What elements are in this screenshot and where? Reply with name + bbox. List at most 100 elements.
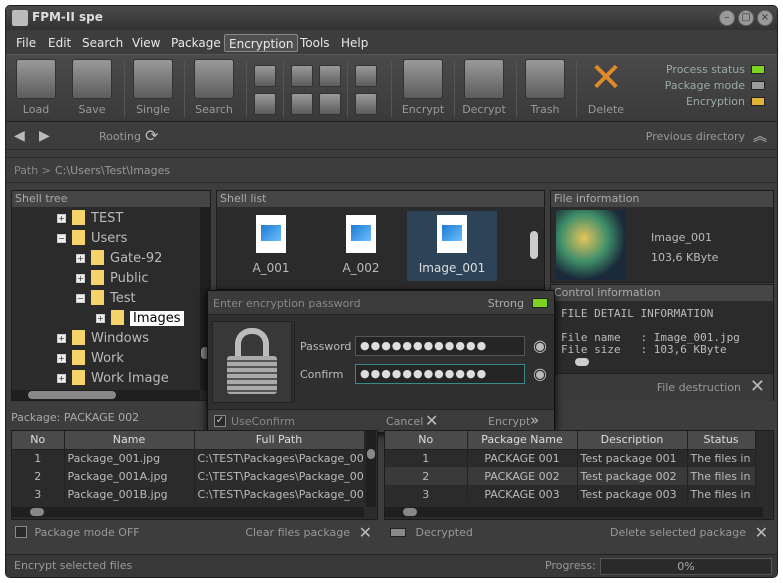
back-arrow-icon[interactable]: ◀ xyxy=(14,128,25,144)
collapse-icon[interactable]: − xyxy=(76,294,85,303)
table-row[interactable]: 1 PACKAGE 001 Test package 001 The files in xyxy=(385,449,756,467)
column-status[interactable]: Status xyxy=(687,431,756,450)
tree-item-users[interactable]: − Users xyxy=(57,230,127,250)
expand-icon[interactable]: + xyxy=(96,314,105,323)
tree-item-images[interactable]: + Images xyxy=(96,310,184,330)
maximize-icon[interactable]: □ xyxy=(738,10,754,26)
column-no[interactable]: No xyxy=(12,431,65,450)
delete-button[interactable]: ✕ Delete xyxy=(581,58,631,116)
search-button[interactable]: Search xyxy=(189,59,239,116)
add-icon[interactable] xyxy=(254,93,276,115)
password-label: Password xyxy=(300,340,352,353)
save-button[interactable]: Save xyxy=(67,59,117,116)
column-name[interactable]: Name xyxy=(64,431,195,450)
clear-files-package-label[interactable]: Clear files package xyxy=(245,522,350,544)
control-hscrollbar[interactable] xyxy=(563,357,763,367)
up-chevron-icon[interactable]: ︽ xyxy=(753,126,767,146)
encrypt-button[interactable]: Encrypt xyxy=(398,59,448,116)
close-icon[interactable]: × xyxy=(757,10,773,26)
strength-led xyxy=(532,298,548,308)
menu-search[interactable]: Search xyxy=(78,34,127,52)
trash-button[interactable]: Trash xyxy=(520,59,570,116)
menu-file[interactable]: File xyxy=(12,34,40,52)
dialog-encrypt-label[interactable]: Encrypt xyxy=(488,415,530,428)
previous-directory-label[interactable]: Previous directory xyxy=(646,130,745,143)
expand-icon[interactable]: + xyxy=(57,374,66,383)
checklist-icon[interactable] xyxy=(355,65,377,87)
progress-bar: 0% xyxy=(600,558,772,575)
lock-icon xyxy=(403,59,443,99)
tree-item-windows[interactable]: + Windows xyxy=(57,330,149,350)
delete-selected-package-label[interactable]: Delete selected package xyxy=(610,522,746,544)
file-item[interactable]: A_002 xyxy=(317,211,405,281)
minimize-icon[interactable]: – xyxy=(719,10,735,26)
delete-package-x-icon[interactable]: ✕ xyxy=(755,522,768,544)
menu-encryption[interactable]: Encryption xyxy=(224,34,299,52)
path-value[interactable]: C:\Users\Test\Images xyxy=(55,164,170,177)
file-item-selected[interactable]: Image_001 xyxy=(407,211,497,281)
menu-help[interactable]: Help xyxy=(337,34,372,52)
tree-item-test[interactable]: + TEST xyxy=(57,210,123,230)
tree-item-work-image[interactable]: + Work Image xyxy=(57,370,169,390)
show-confirm-eye-icon[interactable]: ◉ xyxy=(533,364,547,383)
menu-package[interactable]: Package xyxy=(167,34,225,52)
control-info-header: Control information xyxy=(551,285,773,301)
menu-edit[interactable]: Edit xyxy=(44,34,75,52)
file-destruction-label[interactable]: File destruction xyxy=(657,381,741,394)
file-destruction-bar: File destruction ✕ xyxy=(551,373,773,401)
tree-item-gate-92[interactable]: + Gate-92 xyxy=(76,250,162,270)
folder-icon xyxy=(72,330,85,345)
show-password-eye-icon[interactable]: ◉ xyxy=(533,336,547,355)
panel-icon[interactable] xyxy=(355,93,377,115)
tools-icon[interactable] xyxy=(291,93,313,115)
file-item[interactable]: A_001 xyxy=(227,211,315,281)
forward-arrow-icon[interactable]: ▶ xyxy=(39,128,50,144)
table-row[interactable]: 2 PACKAGE 002 Test package 002 The files in xyxy=(385,467,756,485)
refresh-icon[interactable]: ⟳ xyxy=(145,126,158,145)
column-description[interactable]: Description xyxy=(577,431,688,450)
app-window: FPM-II spe – □ × File Edit Search View P… xyxy=(5,5,778,578)
paste-icon[interactable] xyxy=(291,65,313,87)
confirm-field[interactable]: ●●●●●●●●●●●● xyxy=(355,364,525,384)
menu-tools[interactable]: Tools xyxy=(296,34,334,52)
disk-icon[interactable] xyxy=(319,65,341,87)
column-no[interactable]: No xyxy=(385,431,468,450)
expand-icon[interactable]: + xyxy=(76,274,85,283)
clear-x-icon[interactable]: ✕ xyxy=(359,522,372,544)
tree-item-public[interactable]: + Public xyxy=(76,270,148,290)
collapse-icon[interactable]: − xyxy=(57,234,66,243)
column-package-name[interactable]: Package Name xyxy=(467,431,578,450)
grid-icon[interactable] xyxy=(319,93,341,115)
expand-icon[interactable]: + xyxy=(57,354,66,363)
package-hscrollbar[interactable] xyxy=(12,507,364,517)
tree-item-test-user[interactable]: − Test xyxy=(76,290,136,310)
encrypt-chevron-icon[interactable]: » xyxy=(530,411,539,429)
cancel-x-icon[interactable]: ✕ xyxy=(425,411,438,430)
load-button[interactable]: Load xyxy=(11,59,61,116)
expand-icon[interactable]: + xyxy=(57,214,66,223)
expand-icon[interactable]: + xyxy=(57,334,66,343)
table-row[interactable]: 1 Package_001.jpg C:\TEST\Packages\Package… xyxy=(12,449,365,467)
expand-icon[interactable]: + xyxy=(76,254,85,263)
list-vscrollbar[interactable] xyxy=(529,221,539,271)
tree-item-work[interactable]: + Work xyxy=(57,350,124,370)
table-row[interactable]: 3 Package_001B.jpg C:\TEST\Packages\Packag… xyxy=(12,485,365,503)
menu-view[interactable]: View xyxy=(128,34,164,52)
decrypted-led xyxy=(390,528,406,537)
table-row[interactable]: 2 Package_001A.jpg C:\TEST\Packages\Packag… xyxy=(12,467,365,485)
password-field[interactable]: ●●●●●●●●●●●● xyxy=(355,336,525,356)
copy-icon[interactable] xyxy=(254,65,276,87)
cancel-label[interactable]: Cancel xyxy=(386,415,423,428)
package-mode-label[interactable]: Package mode OFF xyxy=(35,526,140,539)
package-vscrollbar[interactable] xyxy=(366,431,376,507)
column-full-path[interactable]: Full Path xyxy=(194,431,365,450)
destruction-x-icon[interactable]: ✕ xyxy=(750,376,765,397)
single-button[interactable]: Single xyxy=(128,59,178,116)
package-mode-checkbox[interactable] xyxy=(15,526,27,538)
package-mode-bar: Package mode OFF Clear files package ✕ xyxy=(11,522,378,544)
packages-hscrollbar[interactable] xyxy=(385,507,763,517)
tree-hscrollbar[interactable] xyxy=(12,390,200,400)
rooting-label[interactable]: Rooting xyxy=(99,130,141,143)
table-row[interactable]: 3 PACKAGE 003 Test package 003 The files in xyxy=(385,485,756,503)
decrypt-button[interactable]: Decrypt xyxy=(459,59,509,116)
